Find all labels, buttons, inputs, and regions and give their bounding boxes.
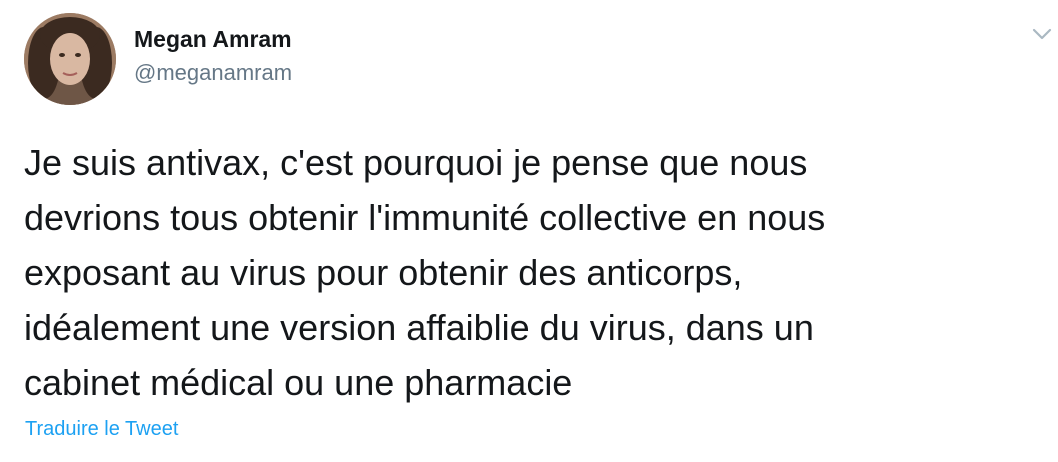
display-name[interactable]: Megan Amram xyxy=(134,24,292,54)
tweet-text-line: Je suis antivax, c'est pourquoi je pense… xyxy=(24,142,808,183)
tweet-text-line: idéalement une version affaiblie du viru… xyxy=(24,307,814,348)
chevron-down-icon[interactable] xyxy=(1030,24,1054,44)
tweet-text-line: exposant au virus pour obtenir des antic… xyxy=(24,252,743,293)
tweet-card: Megan Amram @meganamram Je suis antivax,… xyxy=(0,0,1058,462)
tweet-text-line: cabinet médical ou une pharmacie xyxy=(24,362,573,403)
avatar[interactable] xyxy=(24,13,116,105)
user-handle[interactable]: @meganamram xyxy=(134,58,292,88)
avatar-photo xyxy=(24,13,116,105)
translate-tweet-link[interactable]: Traduire le Tweet xyxy=(25,415,178,443)
tweet-text: Je suis antivax, c'est pourquoi je pense… xyxy=(24,135,1034,410)
author-block[interactable]: Megan Amram @meganamram xyxy=(134,24,292,88)
tweet-text-line: devrions tous obtenir l'immunité collect… xyxy=(24,197,826,238)
